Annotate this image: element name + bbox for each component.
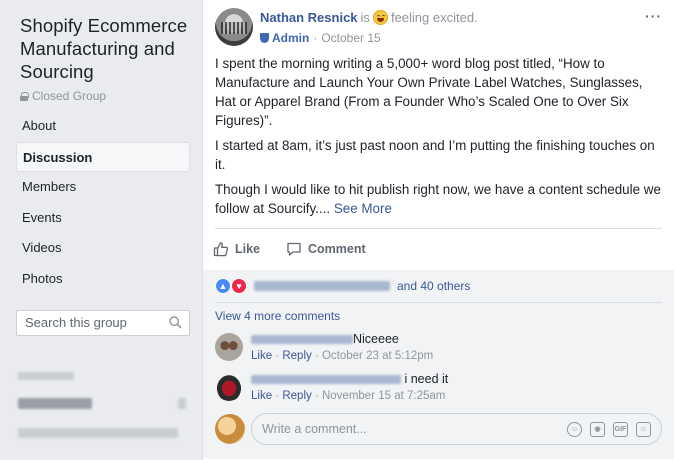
blurred-shortcut bbox=[178, 398, 186, 409]
comment-bubble-icon bbox=[287, 242, 301, 256]
comment-reply-link[interactable]: Reply bbox=[282, 390, 311, 402]
search-placeholder: Search this group bbox=[25, 315, 127, 330]
reactions-summary[interactable]: ▲ ♥ and 40 others bbox=[203, 270, 674, 302]
blurred-commenter-name bbox=[251, 335, 353, 345]
excited-emoji-icon bbox=[372, 10, 388, 25]
comment-item: i need it Like · Reply · November 15 at … bbox=[203, 371, 674, 405]
see-more-link[interactable]: See More bbox=[334, 201, 392, 216]
post-date[interactable]: October 15 bbox=[321, 31, 380, 45]
nav-members[interactable]: Members bbox=[16, 172, 190, 202]
like-label: Like bbox=[235, 242, 261, 256]
comment-time[interactable]: November 15 at 7:25am bbox=[322, 390, 445, 402]
thumbs-up-icon bbox=[213, 242, 229, 257]
write-comment-input[interactable]: Write a comment... ☺ ◉ GIF ☺ bbox=[251, 413, 662, 445]
blurred-reactor-names bbox=[254, 281, 390, 291]
meta-separator: · bbox=[313, 31, 318, 45]
blurred-shortcut bbox=[18, 372, 74, 380]
is-text: is bbox=[360, 10, 370, 25]
camera-icon[interactable]: ◉ bbox=[590, 421, 605, 437]
current-user-avatar bbox=[215, 414, 245, 444]
lock-icon bbox=[20, 91, 29, 101]
comment-reply-link[interactable]: Reply bbox=[282, 350, 311, 362]
blurred-shortcut bbox=[18, 398, 92, 409]
privacy-label: Closed Group bbox=[32, 89, 107, 103]
group-search-input[interactable]: Search this group bbox=[16, 309, 190, 336]
post-meta: Admin · October 15 bbox=[260, 31, 381, 45]
comment-item: Niceeee Like · Reply · October 23 at 5:1… bbox=[203, 331, 674, 365]
post-paragraph: I started at 8am, it’s just past noon an… bbox=[215, 138, 655, 172]
comment-label: Comment bbox=[308, 242, 366, 256]
gif-icon[interactable]: GIF bbox=[613, 421, 628, 437]
blurred-shortcut bbox=[18, 428, 178, 438]
feeling-text: feeling excited. bbox=[390, 10, 478, 25]
post-card: Nathan Resnick is feeling excited. Admin… bbox=[202, 0, 674, 460]
author-name[interactable]: Nathan Resnick bbox=[260, 10, 358, 25]
comment-button[interactable]: Comment bbox=[286, 241, 366, 257]
admin-label: Admin bbox=[272, 31, 310, 45]
nav-videos[interactable]: Videos bbox=[16, 233, 190, 263]
post-header: Nathan Resnick is feeling excited. Admin… bbox=[203, 0, 674, 54]
composer-icons: ☺ ◉ GIF ☺ bbox=[567, 421, 651, 437]
shield-icon bbox=[260, 33, 269, 43]
nav-photos[interactable]: Photos bbox=[16, 264, 190, 294]
nav-events[interactable]: Events bbox=[16, 203, 190, 233]
emoji-icon[interactable]: ☺ bbox=[567, 421, 582, 437]
post-paragraph: I spent the morning writing a 5,000+ wor… bbox=[215, 56, 643, 128]
author-line: Nathan Resnick is feeling excited. bbox=[260, 10, 478, 25]
nav-discussion[interactable]: Discussion bbox=[16, 141, 190, 172]
comment-like-link[interactable]: Like bbox=[251, 350, 272, 362]
group-nav: About Discussion Members Events Videos P… bbox=[16, 111, 190, 294]
comment-meta: Like · Reply · November 15 at 7:25am bbox=[251, 390, 446, 402]
group-sidebar: Shopify Ecommerce Manufacturing and Sour… bbox=[0, 0, 200, 460]
comment-meta: Like · Reply · October 23 at 5:12pm bbox=[251, 350, 434, 362]
post-actions: Like Comment bbox=[203, 233, 674, 265]
group-name[interactable]: Shopify Ecommerce Manufacturing and Sour… bbox=[20, 14, 190, 83]
post-paragraph-text: Though I would like to hit publish right… bbox=[215, 182, 661, 216]
commenter-avatar[interactable] bbox=[215, 373, 243, 401]
write-comment-placeholder: Write a comment... bbox=[262, 422, 367, 436]
love-reaction-icon: ♥ bbox=[231, 278, 247, 294]
blurred-commenter-name bbox=[251, 375, 401, 385]
post-paragraph: Though I would like to hit publish right… bbox=[215, 180, 662, 218]
like-button[interactable]: Like bbox=[213, 241, 260, 257]
comment-like-link[interactable]: Like bbox=[251, 390, 272, 402]
feedback-section: ▲ ♥ and 40 others View 4 more comments N… bbox=[203, 270, 674, 459]
sticker-icon[interactable]: ☺ bbox=[636, 421, 651, 437]
view-more-comments-link[interactable]: View 4 more comments bbox=[203, 303, 674, 331]
search-icon bbox=[169, 316, 182, 329]
comment-text: Niceeee bbox=[353, 332, 399, 346]
comment-time[interactable]: October 23 at 5:12pm bbox=[322, 350, 433, 362]
post-body: I spent the morning writing a 5,000+ wor… bbox=[203, 54, 674, 218]
admin-badge: Admin bbox=[260, 31, 309, 45]
comment-body: i need it Like · Reply · November 15 at … bbox=[251, 371, 448, 405]
nav-about[interactable]: About bbox=[16, 111, 190, 141]
like-reaction-icon: ▲ bbox=[215, 278, 231, 294]
author-avatar[interactable] bbox=[215, 8, 253, 46]
divider bbox=[215, 228, 662, 229]
comment-text: i need it bbox=[404, 372, 449, 386]
reactions-others[interactable]: and 40 others bbox=[397, 279, 470, 293]
comment-body: Niceeee Like · Reply · October 23 at 5:1… bbox=[251, 331, 433, 365]
more-options-icon[interactable]: ··· bbox=[645, 8, 662, 24]
comment-composer: Write a comment... ☺ ◉ GIF ☺ bbox=[203, 413, 674, 459]
commenter-avatar[interactable] bbox=[215, 333, 243, 361]
group-privacy: Closed Group bbox=[20, 89, 190, 103]
